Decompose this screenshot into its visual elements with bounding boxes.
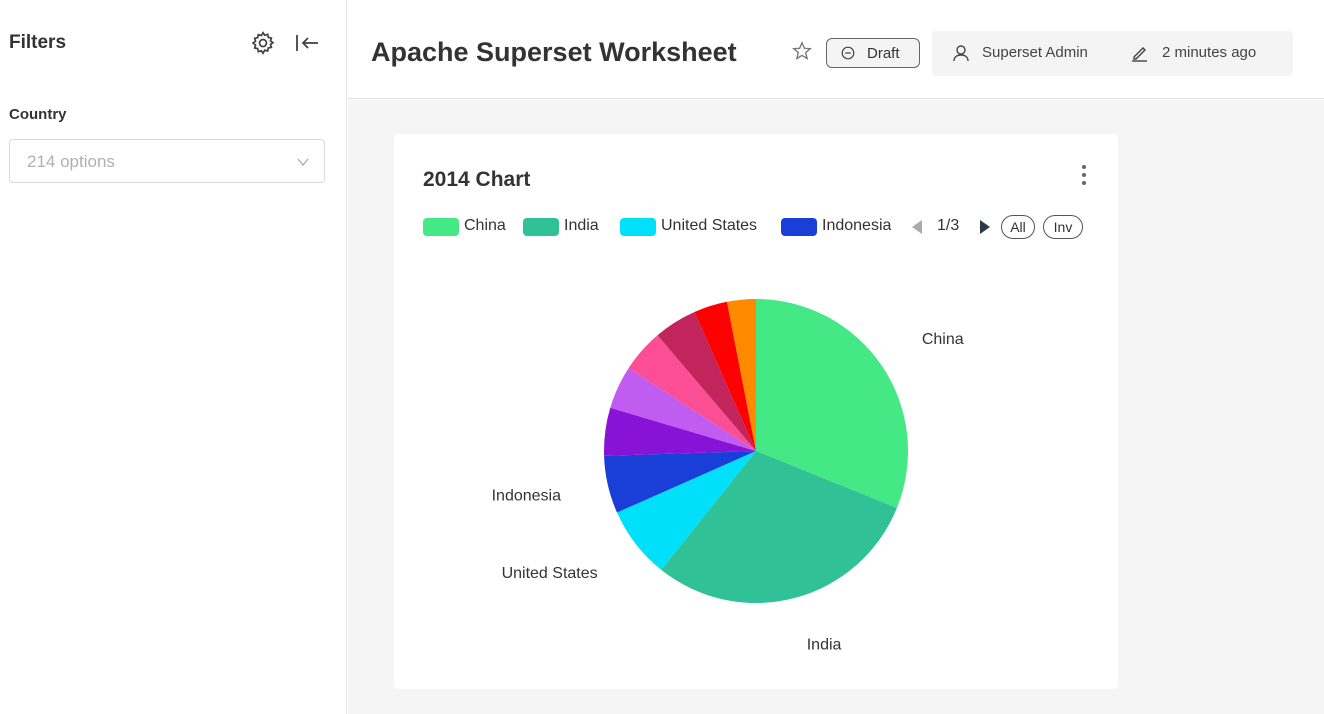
owner-name: Superset Admin [982, 44, 1088, 61]
pie-chart: China India United States Indonesia [492, 299, 964, 653]
draft-label: Draft [867, 45, 900, 62]
star-icon[interactable] [791, 40, 813, 62]
user-icon [953, 45, 969, 62]
pie-label-india: India [807, 636, 842, 653]
minus-circle-icon [841, 46, 855, 60]
metadata-bar: Superset Admin 2 minutes ago [932, 31, 1293, 76]
gear-icon[interactable] [250, 30, 276, 56]
country-select-placeholder: 214 options [27, 152, 115, 171]
draft-badge[interactable]: Draft [826, 38, 920, 68]
pie-label-united-states: United States [502, 565, 598, 582]
dashboard-content: 2014 Chart China India United States Ind… [348, 100, 1324, 714]
modified-time: 2 minutes ago [1162, 44, 1257, 61]
dashboard-title[interactable]: Apache Superset Worksheet [371, 37, 737, 68]
pie-label-china: China [922, 331, 964, 348]
country-select[interactable]: 214 options [9, 139, 325, 183]
dashboard-header: Apache Superset Worksheet Draft Superset… [348, 0, 1324, 99]
collapse-sidebar-icon[interactable] [293, 30, 321, 56]
pencil-icon [1132, 47, 1147, 62]
pie-label-indonesia: Indonesia [492, 488, 561, 505]
chevron-down-icon [297, 158, 309, 167]
chart-card: 2014 Chart China India United States Ind… [394, 134, 1118, 689]
country-filter-label: Country [9, 106, 67, 123]
filters-sidebar: Filters Country 214 options [0, 0, 347, 714]
filters-title: Filters [9, 32, 67, 53]
